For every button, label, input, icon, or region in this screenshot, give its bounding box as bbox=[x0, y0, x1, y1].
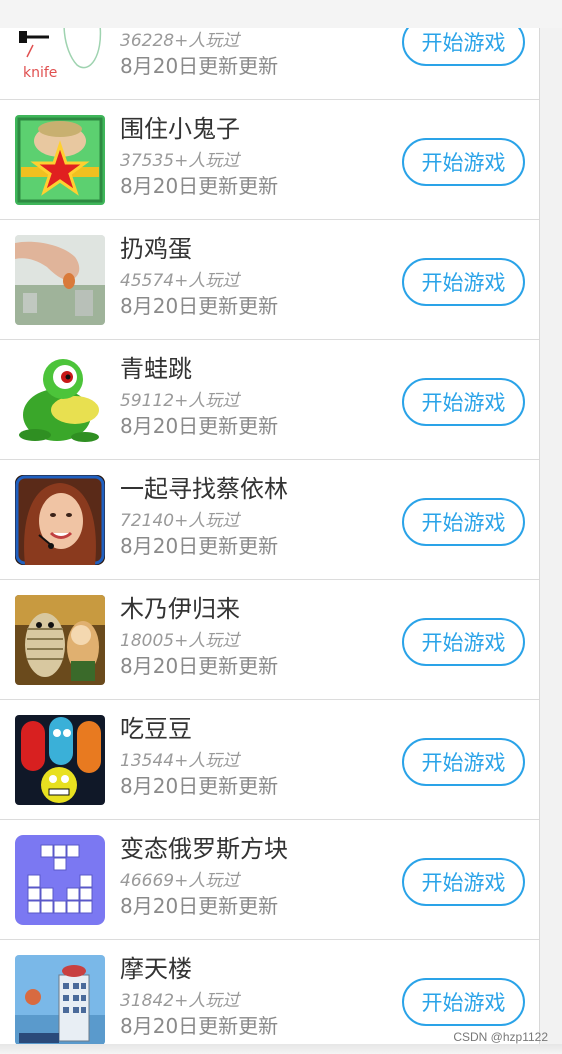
play-count: 13544+人玩过 bbox=[120, 751, 240, 771]
list-item[interactable]: 吃豆豆 13544+人玩过 8月20日更新更新 开始游戏 bbox=[0, 700, 539, 820]
start-game-button[interactable]: 开始游戏 bbox=[402, 138, 525, 186]
game-title: 青蛙跳 bbox=[120, 355, 192, 383]
start-game-button[interactable]: 开始游戏 bbox=[402, 378, 525, 426]
start-game-button[interactable]: 开始游戏 bbox=[402, 498, 525, 546]
play-count: 31842+人玩过 bbox=[120, 991, 240, 1011]
start-game-button[interactable]: 开始游戏 bbox=[402, 258, 525, 306]
update-date: 8月20日更新更新 bbox=[120, 414, 279, 438]
start-game-button[interactable]: 开始游戏 bbox=[402, 618, 525, 666]
singer-portrait-icon bbox=[15, 475, 105, 565]
list-item[interactable]: knife 36228+人玩过 8月20日更新更新 开始游戏 bbox=[0, 28, 539, 100]
list-item[interactable]: 木乃伊归来 18005+人玩过 8月20日更新更新 开始游戏 bbox=[0, 580, 539, 700]
svg-text:knife: knife bbox=[23, 65, 57, 81]
play-count: 18005+人玩过 bbox=[120, 631, 240, 651]
green-frog-icon bbox=[15, 355, 105, 445]
hand-egg-icon bbox=[15, 235, 105, 325]
update-date: 8月20日更新更新 bbox=[120, 174, 279, 198]
mummy-cartoon-icon bbox=[15, 595, 105, 685]
start-game-button[interactable]: 开始游戏 bbox=[402, 28, 525, 66]
play-count: 37535+人玩过 bbox=[120, 151, 240, 171]
list-item[interactable]: 围住小鬼子 37535+人玩过 8月20日更新更新 开始游戏 bbox=[0, 100, 539, 220]
update-date: 8月20日更新更新 bbox=[120, 294, 279, 318]
update-date: 8月20日更新更新 bbox=[120, 54, 279, 78]
game-title: 吃豆豆 bbox=[120, 715, 192, 743]
play-count: 36228+人玩过 bbox=[120, 31, 240, 51]
update-date: 8月20日更新更新 bbox=[120, 1014, 279, 1038]
game-title: 变态俄罗斯方块 bbox=[120, 835, 288, 863]
update-date: 8月20日更新更新 bbox=[120, 534, 279, 558]
list-item[interactable]: 一起寻找蔡依林 72140+人玩过 8月20日更新更新 开始游戏 bbox=[0, 460, 539, 580]
update-date: 8月20日更新更新 bbox=[120, 774, 279, 798]
play-count: 46669+人玩过 bbox=[120, 871, 240, 891]
start-game-button[interactable]: 开始游戏 bbox=[402, 738, 525, 786]
start-game-button[interactable]: 开始游戏 bbox=[402, 858, 525, 906]
knife-sketch-icon: knife bbox=[15, 28, 105, 85]
red-star-soldier-icon bbox=[15, 115, 105, 205]
game-title: 摩天楼 bbox=[120, 955, 192, 983]
game-title: 围住小鬼子 bbox=[120, 115, 240, 143]
bottom-shadow bbox=[0, 1044, 562, 1054]
update-date: 8月20日更新更新 bbox=[120, 654, 279, 678]
list-item[interactable]: 扔鸡蛋 45574+人玩过 8月20日更新更新 开始游戏 bbox=[0, 220, 539, 340]
play-count: 45574+人玩过 bbox=[120, 271, 240, 291]
list-item[interactable]: 青蛙跳 59112+人玩过 8月20日更新更新 开始游戏 bbox=[0, 340, 539, 460]
tetris-blocks-icon bbox=[15, 835, 105, 925]
game-title: 木乃伊归来 bbox=[120, 595, 240, 623]
update-date: 8月20日更新更新 bbox=[120, 894, 279, 918]
skyscraper-icon bbox=[15, 955, 105, 1045]
game-list: knife 36228+人玩过 8月20日更新更新 开始游戏 围住小鬼子 375… bbox=[0, 28, 539, 1054]
game-list-panel[interactable]: knife 36228+人玩过 8月20日更新更新 开始游戏 围住小鬼子 375… bbox=[0, 28, 540, 1054]
play-count: 72140+人玩过 bbox=[120, 511, 240, 531]
top-bar bbox=[0, 0, 562, 28]
game-title: 扔鸡蛋 bbox=[120, 235, 192, 263]
play-count: 59112+人玩过 bbox=[120, 391, 240, 411]
start-game-button[interactable]: 开始游戏 bbox=[402, 978, 525, 1026]
watermark: CSDN @hzp1122 bbox=[453, 1030, 548, 1044]
list-item[interactable]: 变态俄罗斯方块 46669+人玩过 8月20日更新更新 开始游戏 bbox=[0, 820, 539, 940]
pacman-ghosts-icon bbox=[15, 715, 105, 805]
game-title: 一起寻找蔡依林 bbox=[120, 475, 288, 503]
